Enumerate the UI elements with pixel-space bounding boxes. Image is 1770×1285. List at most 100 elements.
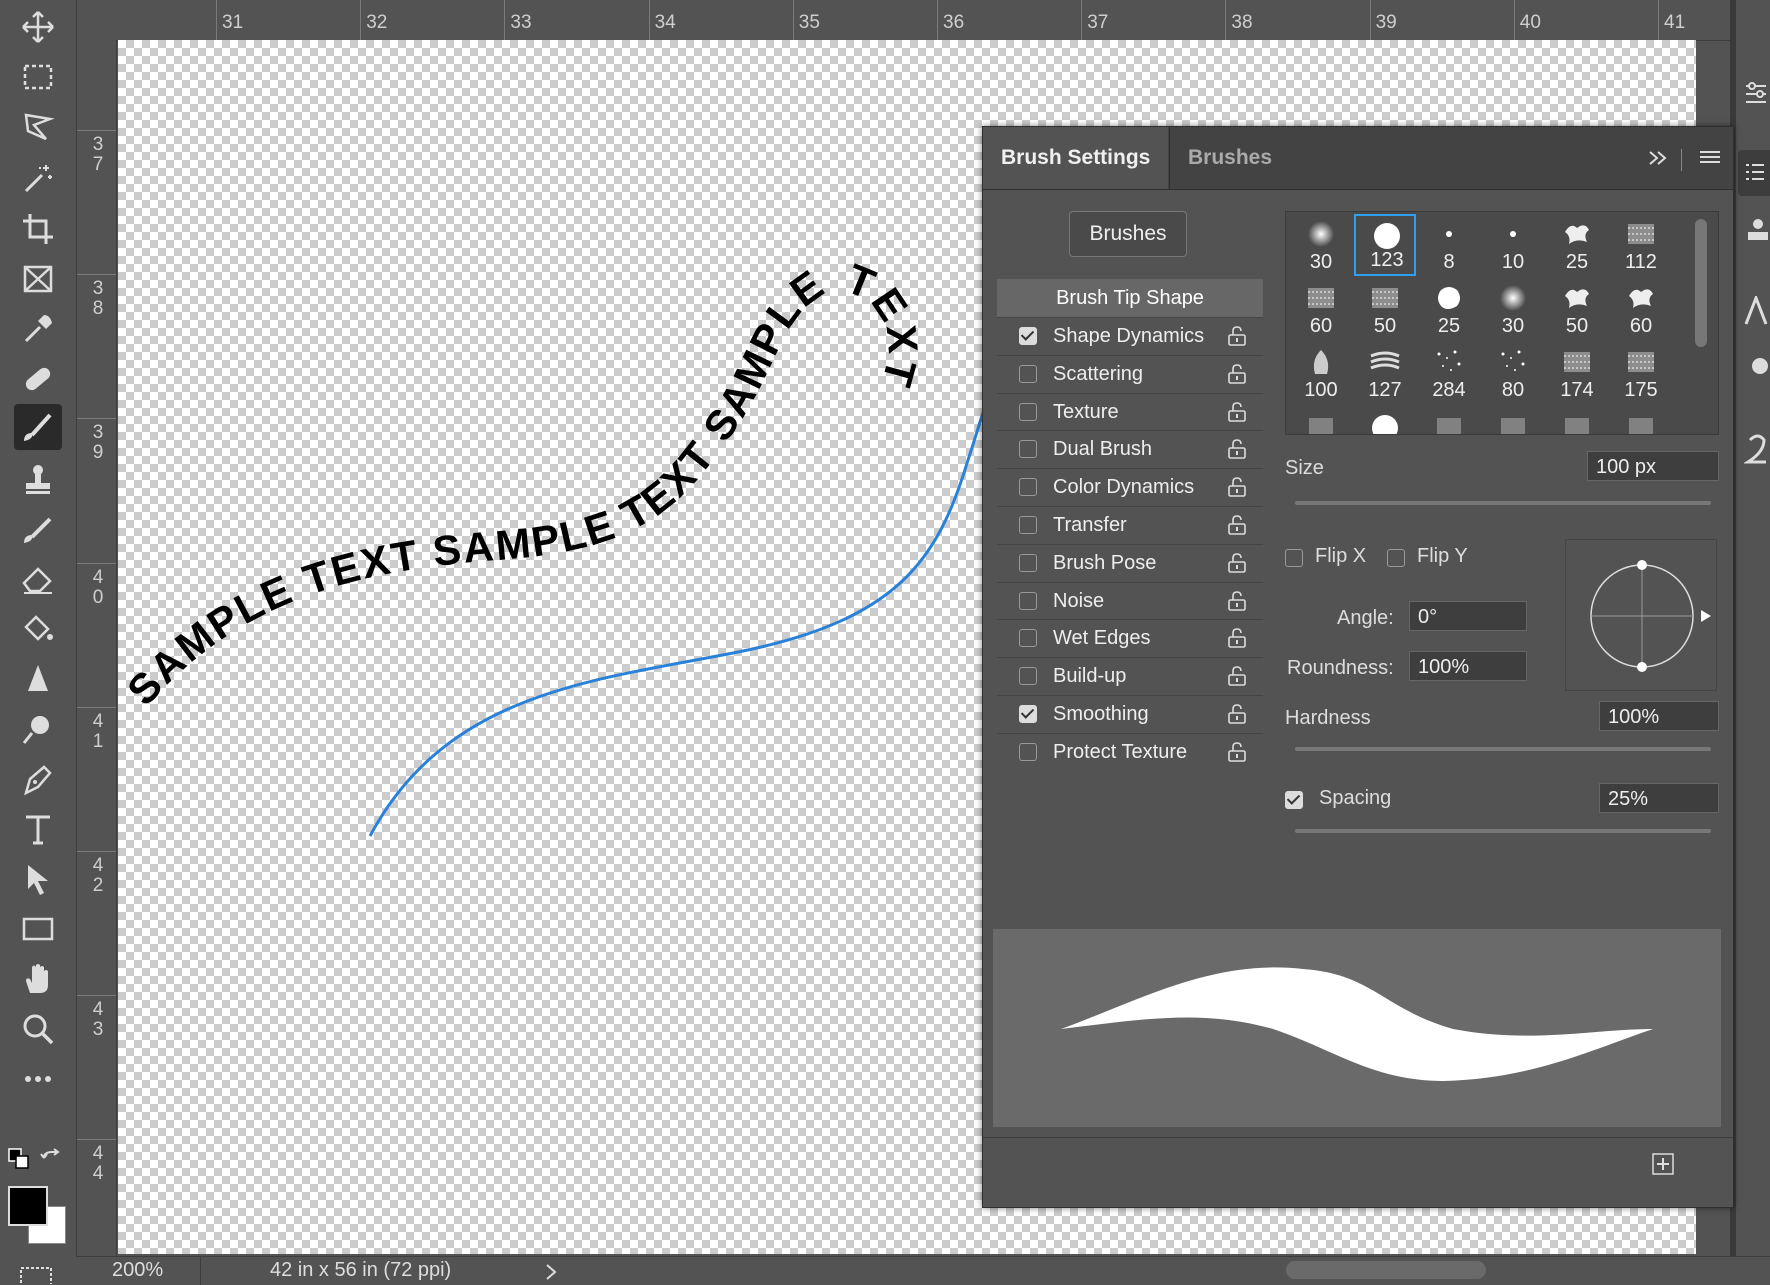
brush-preset[interactable] <box>1610 406 1672 434</box>
lasso-tool-icon[interactable] <box>14 104 62 150</box>
brush-option-transfer[interactable]: Transfer <box>997 506 1263 544</box>
flip-x-checkbox[interactable] <box>1285 549 1303 567</box>
brush-preset[interactable]: 60 <box>1610 278 1672 340</box>
path-text[interactable]: SAMPLE TEXT SAMPLE TEXT SAMPLE TEXT SAMP… <box>118 40 927 714</box>
brush-preset[interactable] <box>1418 406 1480 434</box>
healing-brush-icon[interactable] <box>14 356 62 402</box>
option-checkbox[interactable] <box>1019 553 1037 572</box>
brush-option-brush-pose[interactable]: Brush Pose <box>997 543 1263 582</box>
blur-tool-icon[interactable] <box>14 656 62 702</box>
hardness-field[interactable]: 100% <box>1599 701 1719 731</box>
brush-preset[interactable]: 80 <box>1482 342 1544 404</box>
brush-preset[interactable]: 284 <box>1418 342 1480 404</box>
option-checkbox[interactable] <box>1019 629 1037 648</box>
brush-preset[interactable]: 10 <box>1482 214 1544 276</box>
brush-preset[interactable]: 100 <box>1290 342 1352 404</box>
size-slider[interactable] <box>1295 501 1711 505</box>
quick-mask-icon[interactable] <box>20 1264 52 1284</box>
swap-colors-icon[interactable] <box>40 1148 64 1172</box>
brush-preset[interactable]: 174 <box>1546 342 1608 404</box>
lock-icon[interactable] <box>1227 401 1247 422</box>
brush-preset[interactable]: 30 <box>1290 214 1352 276</box>
zoom-tool-icon[interactable] <box>14 1006 62 1052</box>
tab-brushes[interactable]: Brushes <box>1169 127 1290 189</box>
brush-option-noise[interactable]: Noise <box>997 581 1263 620</box>
brush-option-shape-dynamics[interactable]: Shape Dynamics <box>997 317 1263 355</box>
brush-preset[interactable]: 112 <box>1610 214 1672 276</box>
option-checkbox[interactable] <box>1019 742 1037 761</box>
lock-icon[interactable] <box>1227 515 1247 535</box>
flip-y-checkbox[interactable] <box>1387 549 1405 567</box>
lock-icon[interactable] <box>1227 704 1247 724</box>
angle-roundness-widget[interactable] <box>1565 539 1717 691</box>
brush-preset[interactable]: 8 <box>1418 214 1480 276</box>
type-tool-icon[interactable] <box>14 806 62 852</box>
brush-preset[interactable] <box>1546 406 1608 434</box>
brush-preset[interactable]: 30 <box>1482 278 1544 340</box>
collapse-panel-icon[interactable] <box>1647 149 1669 167</box>
brush-tip-shape-option[interactable]: Brush Tip Shape <box>997 279 1263 317</box>
option-checkbox[interactable] <box>1019 478 1037 497</box>
roundness-field[interactable]: 100% <box>1409 651 1527 681</box>
spacing-checkbox[interactable] <box>1285 791 1303 809</box>
clone-stamp-icon[interactable] <box>14 456 62 502</box>
glyphs-icon[interactable] <box>1744 432 1768 466</box>
lock-icon[interactable] <box>1227 590 1247 611</box>
layers-icon[interactable] <box>1744 216 1768 244</box>
brush-option-wet-edges[interactable]: Wet Edges <box>997 619 1263 657</box>
spacing-field[interactable]: 25% <box>1599 783 1719 813</box>
pen-tool-icon[interactable] <box>14 756 62 802</box>
brush-preset[interactable]: 60 <box>1290 278 1352 340</box>
option-checkbox[interactable] <box>1019 402 1037 421</box>
lock-icon[interactable] <box>1227 363 1247 384</box>
move-tool-icon[interactable] <box>14 4 62 50</box>
zoom-level[interactable]: 200% <box>112 1259 163 1282</box>
tab-brush-settings[interactable]: Brush Settings <box>983 127 1169 189</box>
horizontal-scrollbar[interactable] <box>1286 1261 1486 1279</box>
option-checkbox[interactable] <box>1019 667 1037 686</box>
brush-preset[interactable]: 25 <box>1418 278 1480 340</box>
brush-preset[interactable] <box>1290 406 1352 434</box>
brush-preset[interactable]: 123 <box>1354 214 1416 276</box>
lock-icon[interactable] <box>1227 439 1247 460</box>
brushes-button[interactable]: Brushes <box>1069 211 1187 257</box>
brush-option-dual-brush[interactable]: Dual Brush <box>997 430 1263 468</box>
lock-icon[interactable] <box>1227 628 1247 649</box>
status-menu-arrow-icon[interactable] <box>544 1263 558 1281</box>
eyedropper-icon[interactable] <box>14 306 62 352</box>
option-checkbox[interactable] <box>1019 705 1037 723</box>
create-new-brush-icon[interactable] <box>1651 1152 1675 1176</box>
size-field[interactable]: 100 px <box>1587 451 1719 481</box>
spacing-slider[interactable] <box>1295 829 1711 833</box>
option-checkbox[interactable] <box>1019 364 1037 383</box>
adjustments-icon[interactable] <box>1744 80 1768 108</box>
brush-option-color-dynamics[interactable]: Color Dynamics <box>997 468 1263 506</box>
default-colors-icon[interactable] <box>8 1148 32 1172</box>
rectangle-tool-icon[interactable] <box>14 906 62 952</box>
panel-menu-icon[interactable] <box>1699 149 1721 167</box>
brush-preset[interactable] <box>1354 406 1416 434</box>
preset-scrollbar[interactable] <box>1695 219 1707 347</box>
lock-icon[interactable] <box>1227 477 1247 497</box>
brush-option-build-up[interactable]: Build-up <box>997 657 1263 695</box>
hand-tool-icon[interactable] <box>14 956 62 1002</box>
option-checkbox[interactable] <box>1019 591 1037 610</box>
more-tools-icon[interactable] <box>14 1056 62 1102</box>
frame-tool-icon[interactable] <box>14 256 62 302</box>
lock-icon[interactable] <box>1227 552 1247 573</box>
foreground-color-swatch[interactable] <box>8 1186 48 1226</box>
magic-wand-icon[interactable] <box>14 156 62 202</box>
paragraph-icon[interactable] <box>1744 354 1768 378</box>
lock-icon[interactable] <box>1227 666 1247 686</box>
brush-tool-icon[interactable] <box>14 404 62 450</box>
brush-preset[interactable] <box>1482 406 1544 434</box>
brush-preset[interactable]: 175 <box>1610 342 1672 404</box>
paint-bucket-icon[interactable] <box>14 606 62 652</box>
brush-preset[interactable]: 127 <box>1354 342 1416 404</box>
brush-preset[interactable]: 50 <box>1546 278 1608 340</box>
lock-icon[interactable] <box>1227 741 1247 762</box>
history-brush-icon[interactable] <box>14 506 62 552</box>
option-checkbox[interactable] <box>1019 440 1037 459</box>
hardness-slider[interactable] <box>1295 747 1711 751</box>
option-checkbox[interactable] <box>1019 516 1037 534</box>
